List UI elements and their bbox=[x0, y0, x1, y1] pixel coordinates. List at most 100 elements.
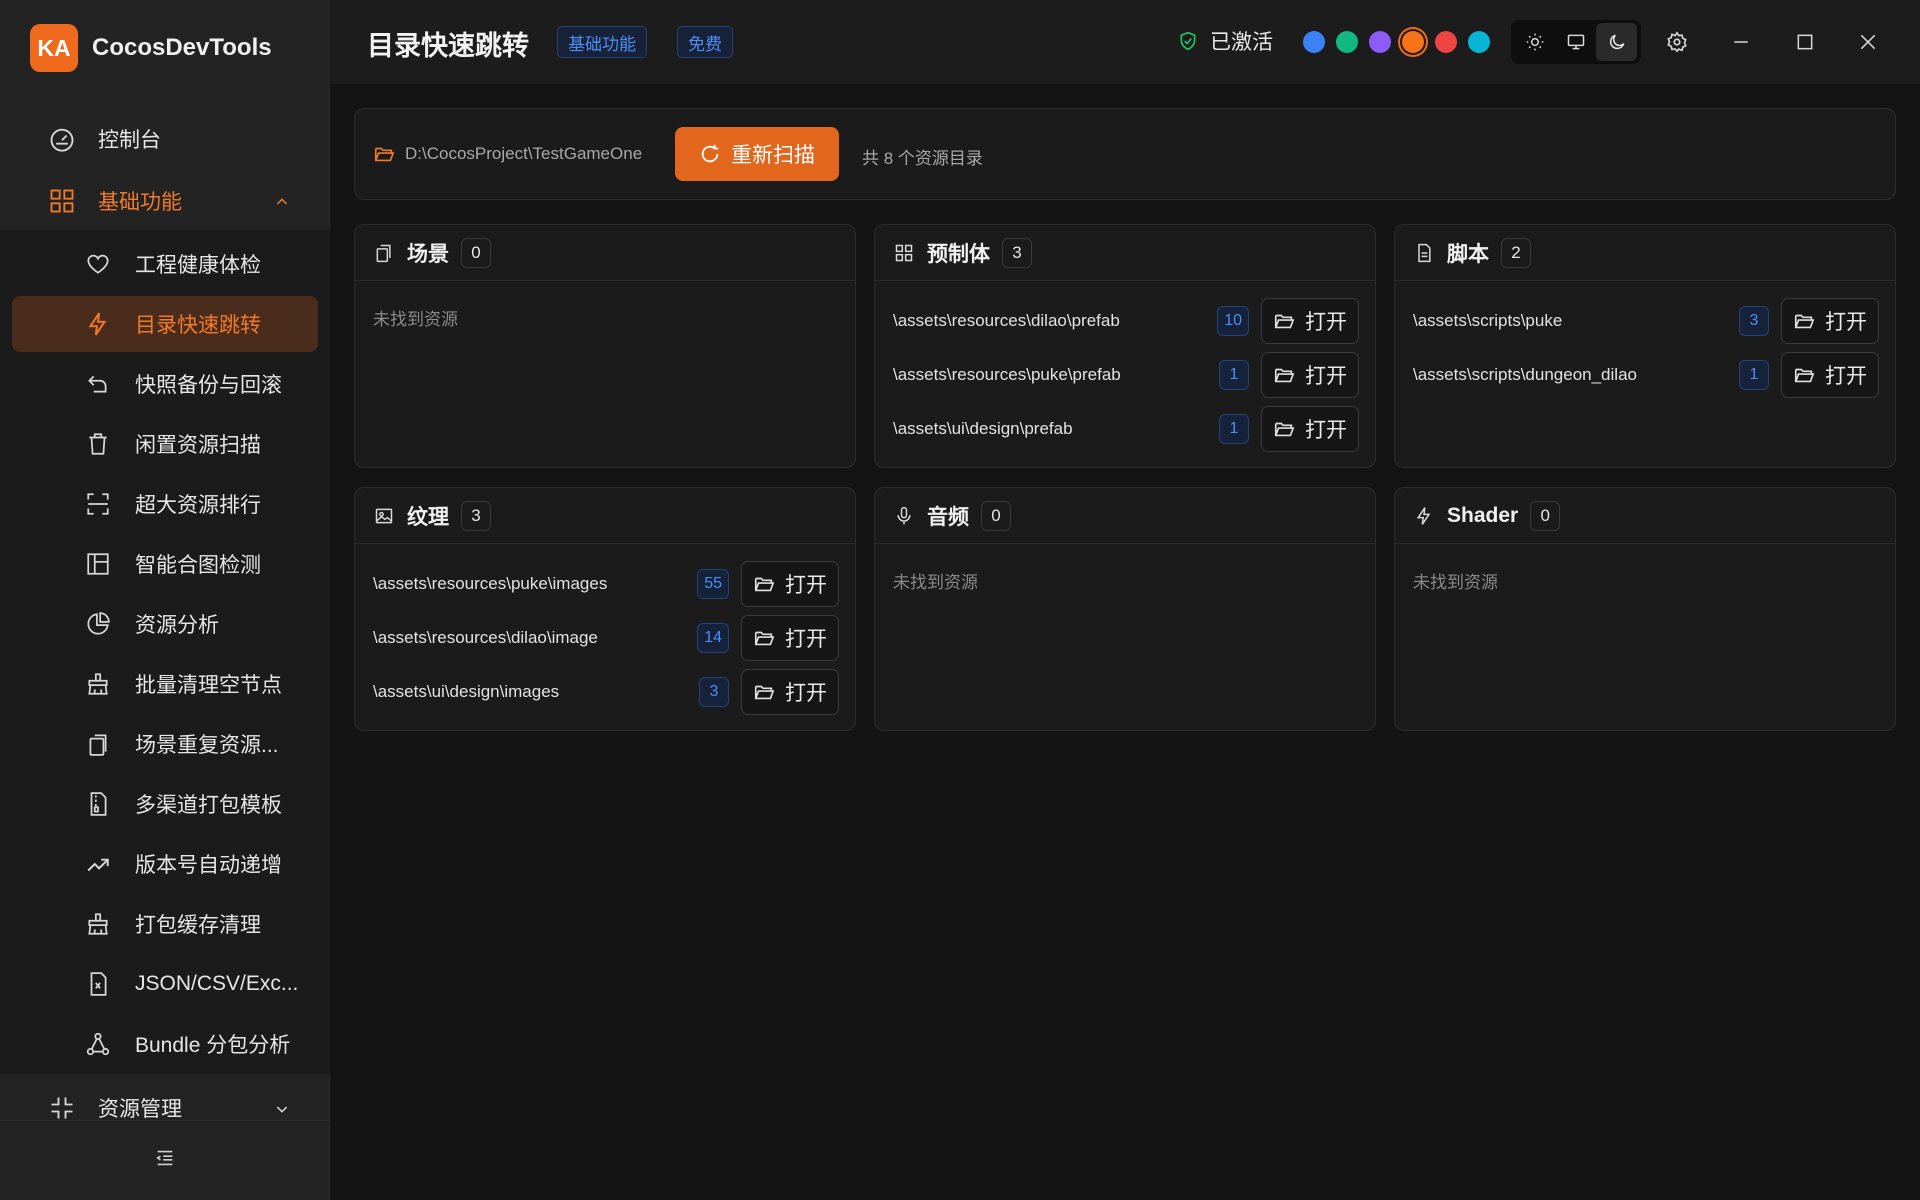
open-button[interactable]: 打开 bbox=[1781, 352, 1879, 398]
close-icon bbox=[1858, 32, 1878, 52]
maximize-button[interactable] bbox=[1791, 28, 1819, 56]
list-item: \assets\resources\puke\images 55 打开 bbox=[373, 561, 839, 607]
sidebar-item-bundle-analysis[interactable]: Bundle 分包分析 bbox=[12, 1016, 318, 1072]
list-item: \assets\resources\puke\prefab 1 打开 bbox=[893, 352, 1359, 398]
card-shaders: Shader 0 未找到资源 bbox=[1394, 487, 1896, 731]
card-count: 0 bbox=[981, 500, 1011, 531]
file-count-badge: 3 bbox=[1739, 306, 1769, 336]
list-item: \assets\scripts\dungeon_dilao 1 打开 bbox=[1413, 352, 1879, 398]
trash-icon bbox=[84, 430, 112, 458]
nav-item-console[interactable]: 控制台 bbox=[0, 108, 330, 170]
project-path-bar: D:\CocosProject\TestGameOne 重新扫描 共 8 个资源… bbox=[354, 108, 1896, 200]
network-icon bbox=[84, 1030, 112, 1058]
close-button[interactable] bbox=[1854, 28, 1882, 56]
sidebar-item-idle-scan[interactable]: 闲置资源扫描 bbox=[12, 416, 318, 472]
nav-item-basic-features[interactable]: 基础功能 bbox=[0, 170, 330, 232]
open-label: 打开 bbox=[1825, 311, 1867, 334]
color-swatch-red[interactable] bbox=[1435, 31, 1457, 53]
sidebar-item-label: 打包缓存清理 bbox=[135, 914, 261, 937]
folder-open-icon bbox=[754, 631, 775, 646]
open-button[interactable]: 打开 bbox=[1781, 298, 1879, 344]
open-label: 打开 bbox=[1825, 365, 1867, 388]
folder-open-icon bbox=[754, 685, 775, 700]
color-swatch-blue[interactable] bbox=[1303, 31, 1325, 53]
sidebar-item-label: 智能合图检测 bbox=[135, 554, 261, 577]
open-button[interactable]: 打开 bbox=[741, 561, 839, 607]
sidebar-item-scene-duplicates[interactable]: 场景重复资源... bbox=[12, 716, 318, 772]
theme-system-button[interactable] bbox=[1555, 23, 1596, 61]
open-button[interactable]: 打开 bbox=[741, 615, 839, 661]
directory-path: \assets\ui\design\images bbox=[373, 682, 560, 701]
sidebar-item-json-csv[interactable]: JSON/CSV/Exc... bbox=[12, 956, 318, 1012]
file-zip-icon bbox=[84, 790, 112, 818]
maximize-icon bbox=[1795, 32, 1815, 52]
sidebar-item-atlas-check[interactable]: 智能合图检测 bbox=[12, 536, 318, 592]
directory-path: \assets\resources\puke\images bbox=[373, 574, 608, 593]
sidebar-item-version-increment[interactable]: 版本号自动递增 bbox=[12, 836, 318, 892]
file-count-badge: 14 bbox=[697, 623, 729, 653]
color-swatch-orange[interactable] bbox=[1402, 31, 1424, 53]
folder-open-icon bbox=[1274, 314, 1295, 329]
directory-path: \assets\scripts\puke bbox=[1413, 311, 1563, 330]
copy-icon bbox=[84, 730, 112, 758]
theme-light-button[interactable] bbox=[1514, 23, 1555, 61]
minimize-button[interactable] bbox=[1727, 28, 1755, 56]
trend-up-icon bbox=[84, 850, 112, 878]
directory-path: \assets\resources\dilao\image bbox=[373, 628, 598, 647]
open-button[interactable]: 打开 bbox=[1261, 352, 1359, 398]
open-button[interactable]: 打开 bbox=[1261, 406, 1359, 452]
header: 目录快速跳转 基础功能 免费 已激活 bbox=[331, 0, 1920, 84]
directory-path: \assets\ui\design\prefab bbox=[893, 419, 1073, 438]
open-button[interactable]: 打开 bbox=[741, 669, 839, 715]
sun-icon bbox=[1525, 32, 1545, 52]
card-title: 纹理 bbox=[407, 505, 449, 529]
sidebar-item-large-ranking[interactable]: 超大资源排行 bbox=[12, 476, 318, 532]
status-text: 已激活 bbox=[1210, 31, 1273, 54]
card-title: Shader bbox=[1447, 503, 1519, 527]
refresh-icon bbox=[701, 144, 719, 163]
shield-check-icon bbox=[1178, 30, 1198, 52]
color-swatch-cyan[interactable] bbox=[1468, 31, 1490, 53]
menu-fold-icon bbox=[154, 1147, 176, 1174]
open-button[interactable]: 打开 bbox=[1261, 298, 1359, 344]
open-label: 打开 bbox=[785, 574, 827, 597]
tag-free: 免费 bbox=[677, 26, 733, 58]
sidebar-item-label: 目录快速跳转 bbox=[135, 314, 261, 337]
sidebar-item-snapshot[interactable]: 快照备份与回滚 bbox=[12, 356, 318, 412]
theme-dark-button[interactable] bbox=[1596, 23, 1637, 61]
file-count-badge: 3 bbox=[699, 677, 729, 707]
sidebar-item-label: 工程健康体检 bbox=[135, 254, 261, 277]
sidebar-item-dir-jump[interactable]: 目录快速跳转 bbox=[12, 296, 318, 352]
card-count: 3 bbox=[1002, 237, 1032, 268]
sidebar-item-channel-template[interactable]: 多渠道打包模板 bbox=[12, 776, 318, 832]
moon-icon bbox=[1607, 32, 1627, 52]
sidebar-item-clean-nodes[interactable]: 批量清理空节点 bbox=[12, 656, 318, 712]
color-swatch-green[interactable] bbox=[1336, 31, 1358, 53]
sidebar-item-label: 批量清理空节点 bbox=[135, 674, 282, 697]
collapse-sidebar-button[interactable] bbox=[0, 1120, 330, 1200]
open-label: 打开 bbox=[1305, 311, 1347, 334]
card-title: 场景 bbox=[407, 242, 449, 266]
card-textures: 纹理 3 \assets\resources\puke\images 55 打开… bbox=[354, 487, 856, 731]
file-excel-icon bbox=[84, 970, 112, 998]
settings-button[interactable] bbox=[1663, 28, 1691, 56]
directory-path: \assets\scripts\dungeon_dilao bbox=[1413, 365, 1637, 384]
rescan-button[interactable]: 重新扫描 bbox=[675, 127, 839, 181]
sidebar-item-cache-clean[interactable]: 打包缓存清理 bbox=[12, 896, 318, 952]
scan-icon bbox=[84, 490, 112, 518]
color-swatch-purple[interactable] bbox=[1369, 31, 1391, 53]
list-item: \assets\ui\design\images 3 打开 bbox=[373, 669, 839, 715]
file-icon bbox=[1413, 242, 1435, 264]
rollback-icon bbox=[84, 370, 112, 398]
folder-open-icon bbox=[1794, 368, 1815, 383]
file-count-badge: 10 bbox=[1217, 306, 1249, 336]
empty-text: 未找到资源 bbox=[373, 310, 458, 329]
pie-chart-icon bbox=[84, 610, 112, 638]
list-item: \assets\resources\dilao\prefab 10 打开 bbox=[893, 298, 1359, 344]
nav-item-label: 控制台 bbox=[98, 129, 161, 152]
directory-path: \assets\resources\puke\prefab bbox=[893, 365, 1121, 384]
sidebar-item-health-check[interactable]: 工程健康体检 bbox=[12, 236, 318, 292]
sidebar-item-analysis[interactable]: 资源分析 bbox=[12, 596, 318, 652]
list-item: \assets\resources\dilao\image 14 打开 bbox=[373, 615, 839, 661]
nav-item-label: 基础功能 bbox=[98, 191, 182, 214]
